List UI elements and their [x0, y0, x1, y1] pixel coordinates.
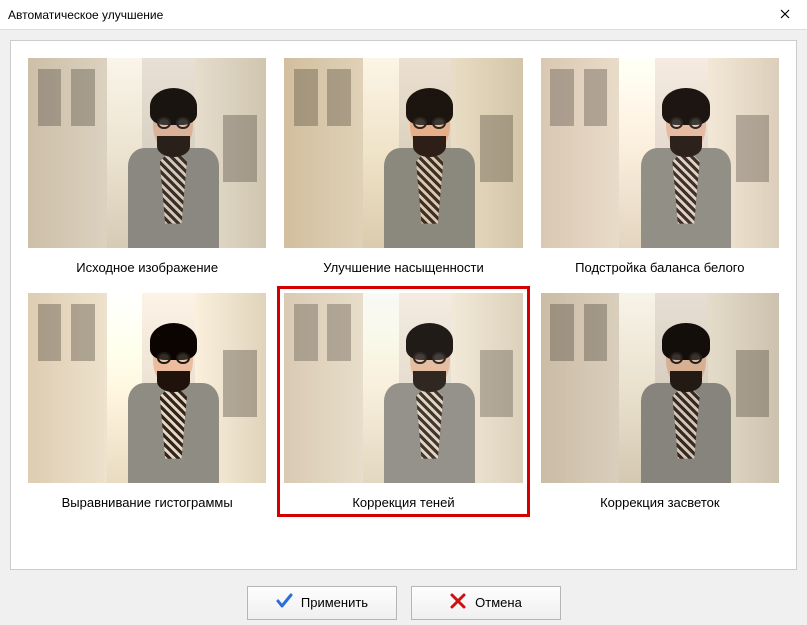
- cancel-label: Отмена: [475, 595, 522, 610]
- thumb-label: Подстройка баланса белого: [575, 260, 744, 275]
- cancel-button[interactable]: Отмена: [411, 586, 561, 620]
- thumb-image: [284, 293, 522, 483]
- thumbnails-panel: Исходное изображение Улучшение насыщенно…: [10, 40, 797, 570]
- thumb-image: [541, 293, 779, 483]
- thumb-white-balance[interactable]: Подстройка баланса белого: [534, 51, 786, 282]
- checkmark-icon: [275, 592, 293, 613]
- window-title: Автоматическое улучшение: [8, 8, 163, 22]
- thumb-image: [541, 58, 779, 248]
- thumb-shadow-correction[interactable]: Коррекция теней: [277, 286, 529, 517]
- apply-button[interactable]: Применить: [247, 586, 397, 620]
- thumb-label: Коррекция теней: [352, 495, 454, 510]
- close-button[interactable]: [762, 0, 807, 30]
- close-icon: [780, 7, 790, 22]
- thumb-label: Исходное изображение: [76, 260, 218, 275]
- thumb-highlight-correction[interactable]: Коррекция засветок: [534, 286, 786, 517]
- thumb-image: [28, 293, 266, 483]
- thumb-label: Улучшение насыщенности: [323, 260, 484, 275]
- thumb-label: Коррекция засветок: [600, 495, 720, 510]
- thumb-histogram[interactable]: Выравнивание гистограммы: [21, 286, 273, 517]
- content-area: Исходное изображение Улучшение насыщенно…: [0, 30, 807, 580]
- thumb-original[interactable]: Исходное изображение: [21, 51, 273, 282]
- cross-icon: [449, 592, 467, 613]
- apply-label: Применить: [301, 595, 368, 610]
- footer-buttons: Применить Отмена: [0, 580, 807, 625]
- thumb-label: Выравнивание гистограммы: [62, 495, 233, 510]
- thumb-saturation[interactable]: Улучшение насыщенности: [277, 51, 529, 282]
- thumbnail-grid: Исходное изображение Улучшение насыщенно…: [21, 51, 786, 517]
- thumb-image: [28, 58, 266, 248]
- thumb-image: [284, 58, 522, 248]
- titlebar: Автоматическое улучшение: [0, 0, 807, 30]
